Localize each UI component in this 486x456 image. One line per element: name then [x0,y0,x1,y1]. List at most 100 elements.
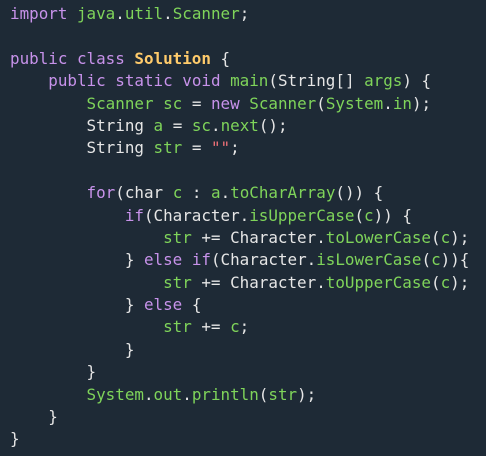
brace: } [124,295,135,315]
paren: ( [316,93,326,113]
operator: += [201,272,221,292]
code-line-12: } else if(Character.isLowerCase(c)){ [0,249,486,271]
paren: ); [297,384,317,404]
dot: . [316,272,326,292]
paren: ) { [402,71,432,91]
dot: . [163,4,173,23]
code-line-14: } else { [0,294,486,316]
string-literal: "" [210,138,231,158]
type-name: Scanner [86,93,154,113]
brace: } [124,250,135,270]
code-line-16: } [0,339,486,361]
class-ref: Character [230,272,317,292]
paren: ( [421,250,432,270]
keyword: class [76,48,125,68]
code-line-6: String a = sc.next(); [0,115,486,137]
type-name: String[] [277,71,355,91]
type-name: Scanner [249,93,317,113]
dot: . [316,227,326,247]
dot: . [220,183,231,203]
brace: { [191,295,202,315]
paren: (); [258,115,288,135]
var-ref: str [163,272,192,292]
var-name: str [153,138,183,158]
class-ref: Character [220,250,307,270]
keyword: import [10,4,68,23]
var-ref: str [163,227,192,247]
code-line-1: import java.util.Scanner; [0,3,486,25]
code-line-9: for(char c : a.toCharArray()) { [0,182,486,204]
paren: ( [210,250,221,270]
paren: ( [354,205,365,225]
var-ref: str [268,384,298,404]
method-name: isLowerCase [316,250,422,270]
var-ref: str [163,317,192,337]
method-name: isUpperCase [249,205,355,225]
operator: = [191,93,202,113]
field-name: in [392,93,412,113]
class-ref: System [325,93,384,113]
semicolon: ; [239,4,250,23]
code-line-11: str += Character.toLowerCase(c); [0,227,486,249]
method-name: toUpperCase [325,272,432,292]
paren: ( [431,272,441,292]
keyword: if [191,250,211,270]
keyword: if [124,205,144,225]
code-editor[interactable]: import java.util.Scanner; public class S… [0,0,486,456]
var-ref: c [431,250,441,270]
method-name: next [220,115,259,135]
keyword: else [143,250,183,270]
semicolon: ; [239,317,250,337]
paren: ( [268,71,278,91]
class-ref: Character [230,227,317,247]
var-ref: a [211,183,221,203]
type-name: String [86,115,144,135]
operator: = [191,138,202,158]
paren: )){ [440,250,470,270]
var-ref: c [230,317,240,337]
code-line-17: } [0,361,486,383]
keyword: static [115,71,173,91]
package-name: util [124,4,164,23]
code-line-4: public static void main(String[] args) { [0,70,486,92]
code-line-18: System.out.println(str); [0,384,486,406]
dot: . [210,115,221,135]
paren: ( [258,384,269,404]
operator: += [201,317,221,337]
package-name: java [76,4,116,23]
code-line-5: Scanner sc = new Scanner(System.in); [0,93,486,115]
keyword: for [86,183,116,203]
var-name: a [153,115,164,135]
keyword: new [210,93,240,113]
var-name: sc [163,93,183,113]
type-name: char [124,183,164,203]
code-line-10: if(Character.isUpperCase(c)) { [0,205,486,227]
keyword: else [143,295,183,315]
operator: = [172,115,183,135]
var-ref: c [364,205,374,225]
paren: ); [450,227,470,247]
colon: : [191,183,202,203]
paren: ( [143,205,154,225]
var-ref: c [440,272,451,292]
brace: } [124,339,135,359]
dot: . [383,93,393,113]
method-name: main [230,71,269,91]
method-name: toCharArray [230,183,336,203]
dot: . [306,250,317,270]
paren: ( [431,227,441,247]
code-line-19: } [0,406,486,428]
brace: { [220,48,231,68]
keyword: public [10,48,68,68]
class-ref: System [86,384,144,404]
var-ref: sc [191,115,211,135]
class-ref: Scanner [172,4,240,23]
paren: ); [450,272,470,292]
dot: . [115,4,125,23]
var-ref: c [440,227,451,247]
dot: . [239,205,250,225]
class-ref: Character [153,205,240,225]
keyword: public [48,71,106,91]
